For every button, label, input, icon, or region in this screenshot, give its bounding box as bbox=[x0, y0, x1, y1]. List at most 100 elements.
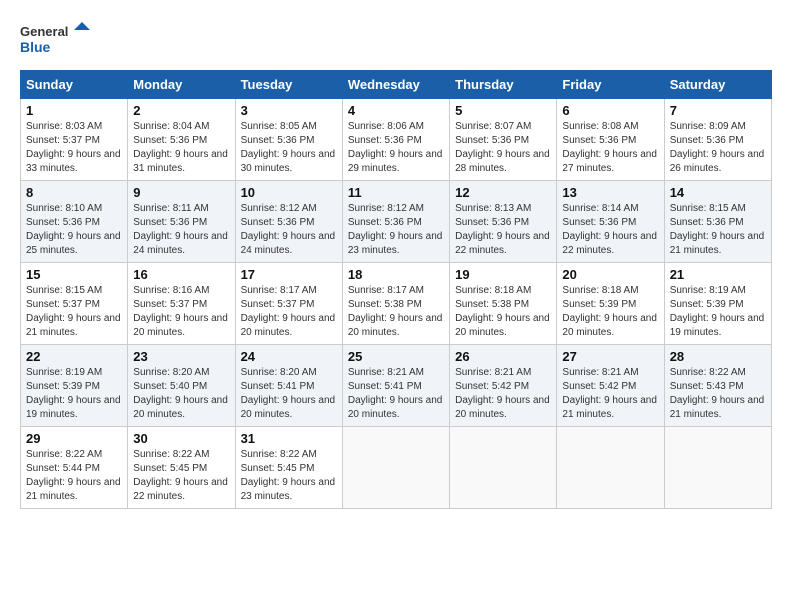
calendar-cell bbox=[664, 427, 771, 509]
day-number: 20 bbox=[562, 267, 658, 282]
day-number: 31 bbox=[241, 431, 337, 446]
day-number: 16 bbox=[133, 267, 229, 282]
calendar-cell: 21 Sunrise: 8:19 AMSunset: 5:39 PMDayligh… bbox=[664, 263, 771, 345]
calendar-cell: 16Sunrise: 8:16 AMSunset: 5:37 PMDayligh… bbox=[128, 263, 235, 345]
day-info: Sunrise: 8:17 AMSunset: 5:38 PMDaylight:… bbox=[348, 284, 444, 340]
day-info: Sunrise: 8:22 AMSunset: 5:43 PMDaylight:… bbox=[670, 366, 766, 422]
calendar-cell: 24Sunrise: 8:20 AMSunset: 5:41 PMDayligh… bbox=[235, 345, 342, 427]
calendar-cell: 26Sunrise: 8:21 AMSunset: 5:42 PMDayligh… bbox=[450, 345, 557, 427]
day-info: Sunrise: 8:12 AMSunset: 5:36 PMDaylight:… bbox=[348, 202, 444, 258]
day-number: 12 bbox=[455, 185, 551, 200]
calendar-cell: 2 Sunrise: 8:04 AMSunset: 5:36 PMDaylight… bbox=[128, 99, 235, 181]
logo-svg: General Blue bbox=[20, 20, 90, 60]
day-info: Sunrise: 8:14 AMSunset: 5:36 PMDaylight:… bbox=[562, 202, 658, 258]
calendar-cell: 12 Sunrise: 8:13 AMSunset: 5:36 PMDayligh… bbox=[450, 181, 557, 263]
calendar-cell bbox=[557, 427, 664, 509]
day-info: Sunrise: 8:18 AMSunset: 5:39 PMDaylight:… bbox=[562, 284, 658, 340]
calendar-week-row: 15 Sunrise: 8:15 AMSunset: 5:37 PMDayligh… bbox=[21, 263, 772, 345]
calendar-week-row: 8 Sunrise: 8:10 AMSunset: 5:36 PMDaylight… bbox=[21, 181, 772, 263]
day-info: Sunrise: 8:21 AMSunset: 5:42 PMDaylight:… bbox=[562, 366, 658, 422]
calendar-cell: 5 Sunrise: 8:07 AMSunset: 5:36 PMDaylight… bbox=[450, 99, 557, 181]
calendar-cell: 20 Sunrise: 8:18 AMSunset: 5:39 PMDayligh… bbox=[557, 263, 664, 345]
day-info: Sunrise: 8:19 AMSunset: 5:39 PMDaylight:… bbox=[26, 366, 122, 422]
day-info: Sunrise: 8:03 AMSunset: 5:37 PMDaylight:… bbox=[26, 120, 122, 176]
calendar-cell: 14Sunrise: 8:15 AMSunset: 5:36 PMDayligh… bbox=[664, 181, 771, 263]
day-info: Sunrise: 8:22 AMSunset: 5:45 PMDaylight:… bbox=[133, 448, 229, 504]
day-number: 2 bbox=[133, 103, 229, 118]
day-number: 29 bbox=[26, 431, 122, 446]
calendar-header-monday: Monday bbox=[128, 71, 235, 99]
day-info: Sunrise: 8:19 AMSunset: 5:39 PMDaylight:… bbox=[670, 284, 766, 340]
day-number: 9 bbox=[133, 185, 229, 200]
day-info: Sunrise: 8:08 AMSunset: 5:36 PMDaylight:… bbox=[562, 120, 658, 176]
calendar-header-wednesday: Wednesday bbox=[342, 71, 449, 99]
day-number: 19 bbox=[455, 267, 551, 282]
calendar-cell: 10Sunrise: 8:12 AMSunset: 5:36 PMDayligh… bbox=[235, 181, 342, 263]
calendar-cell: 29 Sunrise: 8:22 AMSunset: 5:44 PMDayligh… bbox=[21, 427, 128, 509]
day-info: Sunrise: 8:10 AMSunset: 5:36 PMDaylight:… bbox=[26, 202, 122, 258]
calendar-cell: 31 Sunrise: 8:22 AMSunset: 5:45 PMDayligh… bbox=[235, 427, 342, 509]
day-info: Sunrise: 8:20 AMSunset: 5:40 PMDaylight:… bbox=[133, 366, 229, 422]
day-number: 25 bbox=[348, 349, 444, 364]
calendar-week-row: 1Sunrise: 8:03 AMSunset: 5:37 PMDaylight… bbox=[21, 99, 772, 181]
svg-text:Blue: Blue bbox=[20, 39, 51, 55]
day-info: Sunrise: 8:18 AMSunset: 5:38 PMDaylight:… bbox=[455, 284, 551, 340]
day-number: 6 bbox=[562, 103, 658, 118]
day-number: 27 bbox=[562, 349, 658, 364]
day-info: Sunrise: 8:04 AMSunset: 5:36 PMDaylight:… bbox=[133, 120, 229, 176]
day-info: Sunrise: 8:21 AMSunset: 5:42 PMDaylight:… bbox=[455, 366, 551, 422]
calendar-cell: 15 Sunrise: 8:15 AMSunset: 5:37 PMDayligh… bbox=[21, 263, 128, 345]
day-number: 3 bbox=[241, 103, 337, 118]
calendar-cell: 17Sunrise: 8:17 AMSunset: 5:37 PMDayligh… bbox=[235, 263, 342, 345]
calendar-cell: 22Sunrise: 8:19 AMSunset: 5:39 PMDayligh… bbox=[21, 345, 128, 427]
day-number: 17 bbox=[241, 267, 337, 282]
day-number: 11 bbox=[348, 185, 444, 200]
day-number: 28 bbox=[670, 349, 766, 364]
day-info: Sunrise: 8:13 AMSunset: 5:36 PMDaylight:… bbox=[455, 202, 551, 258]
day-number: 18 bbox=[348, 267, 444, 282]
day-number: 5 bbox=[455, 103, 551, 118]
calendar-cell: 28 Sunrise: 8:22 AMSunset: 5:43 PMDayligh… bbox=[664, 345, 771, 427]
calendar-cell: 18 Sunrise: 8:17 AMSunset: 5:38 PMDayligh… bbox=[342, 263, 449, 345]
calendar-cell: 11 Sunrise: 8:12 AMSunset: 5:36 PMDayligh… bbox=[342, 181, 449, 263]
day-info: Sunrise: 8:11 AMSunset: 5:36 PMDaylight:… bbox=[133, 202, 229, 258]
calendar-cell bbox=[342, 427, 449, 509]
calendar-cell: 1Sunrise: 8:03 AMSunset: 5:37 PMDaylight… bbox=[21, 99, 128, 181]
svg-text:General: General bbox=[20, 24, 68, 39]
day-info: Sunrise: 8:22 AMSunset: 5:45 PMDaylight:… bbox=[241, 448, 337, 504]
calendar-header-row: SundayMondayTuesdayWednesdayThursdayFrid… bbox=[21, 71, 772, 99]
day-number: 15 bbox=[26, 267, 122, 282]
calendar-header-thursday: Thursday bbox=[450, 71, 557, 99]
calendar-cell: 27 Sunrise: 8:21 AMSunset: 5:42 PMDayligh… bbox=[557, 345, 664, 427]
calendar-cell bbox=[450, 427, 557, 509]
day-number: 24 bbox=[241, 349, 337, 364]
calendar-header-friday: Friday bbox=[557, 71, 664, 99]
day-number: 21 bbox=[670, 267, 766, 282]
day-info: Sunrise: 8:22 AMSunset: 5:44 PMDaylight:… bbox=[26, 448, 122, 504]
day-number: 13 bbox=[562, 185, 658, 200]
calendar-cell: 6 Sunrise: 8:08 AMSunset: 5:36 PMDaylight… bbox=[557, 99, 664, 181]
calendar-cell: 9 Sunrise: 8:11 AMSunset: 5:36 PMDaylight… bbox=[128, 181, 235, 263]
calendar-cell: 19 Sunrise: 8:18 AMSunset: 5:38 PMDayligh… bbox=[450, 263, 557, 345]
calendar-header-saturday: Saturday bbox=[664, 71, 771, 99]
calendar-table: SundayMondayTuesdayWednesdayThursdayFrid… bbox=[20, 70, 772, 509]
calendar-cell: 25 Sunrise: 8:21 AMSunset: 5:41 PMDayligh… bbox=[342, 345, 449, 427]
calendar-cell: 23Sunrise: 8:20 AMSunset: 5:40 PMDayligh… bbox=[128, 345, 235, 427]
calendar-week-row: 22Sunrise: 8:19 AMSunset: 5:39 PMDayligh… bbox=[21, 345, 772, 427]
day-info: Sunrise: 8:06 AMSunset: 5:36 PMDaylight:… bbox=[348, 120, 444, 176]
day-info: Sunrise: 8:15 AMSunset: 5:36 PMDaylight:… bbox=[670, 202, 766, 258]
calendar-header-sunday: Sunday bbox=[21, 71, 128, 99]
calendar-cell: 4Sunrise: 8:06 AMSunset: 5:36 PMDaylight… bbox=[342, 99, 449, 181]
day-number: 10 bbox=[241, 185, 337, 200]
day-info: Sunrise: 8:21 AMSunset: 5:41 PMDaylight:… bbox=[348, 366, 444, 422]
calendar-header-tuesday: Tuesday bbox=[235, 71, 342, 99]
day-number: 30 bbox=[133, 431, 229, 446]
calendar-week-row: 29 Sunrise: 8:22 AMSunset: 5:44 PMDayligh… bbox=[21, 427, 772, 509]
logo: General Blue bbox=[20, 20, 90, 60]
day-info: Sunrise: 8:07 AMSunset: 5:36 PMDaylight:… bbox=[455, 120, 551, 176]
page-header: General Blue bbox=[20, 20, 772, 60]
day-number: 8 bbox=[26, 185, 122, 200]
day-info: Sunrise: 8:15 AMSunset: 5:37 PMDaylight:… bbox=[26, 284, 122, 340]
calendar-cell: 8 Sunrise: 8:10 AMSunset: 5:36 PMDaylight… bbox=[21, 181, 128, 263]
day-number: 7 bbox=[670, 103, 766, 118]
